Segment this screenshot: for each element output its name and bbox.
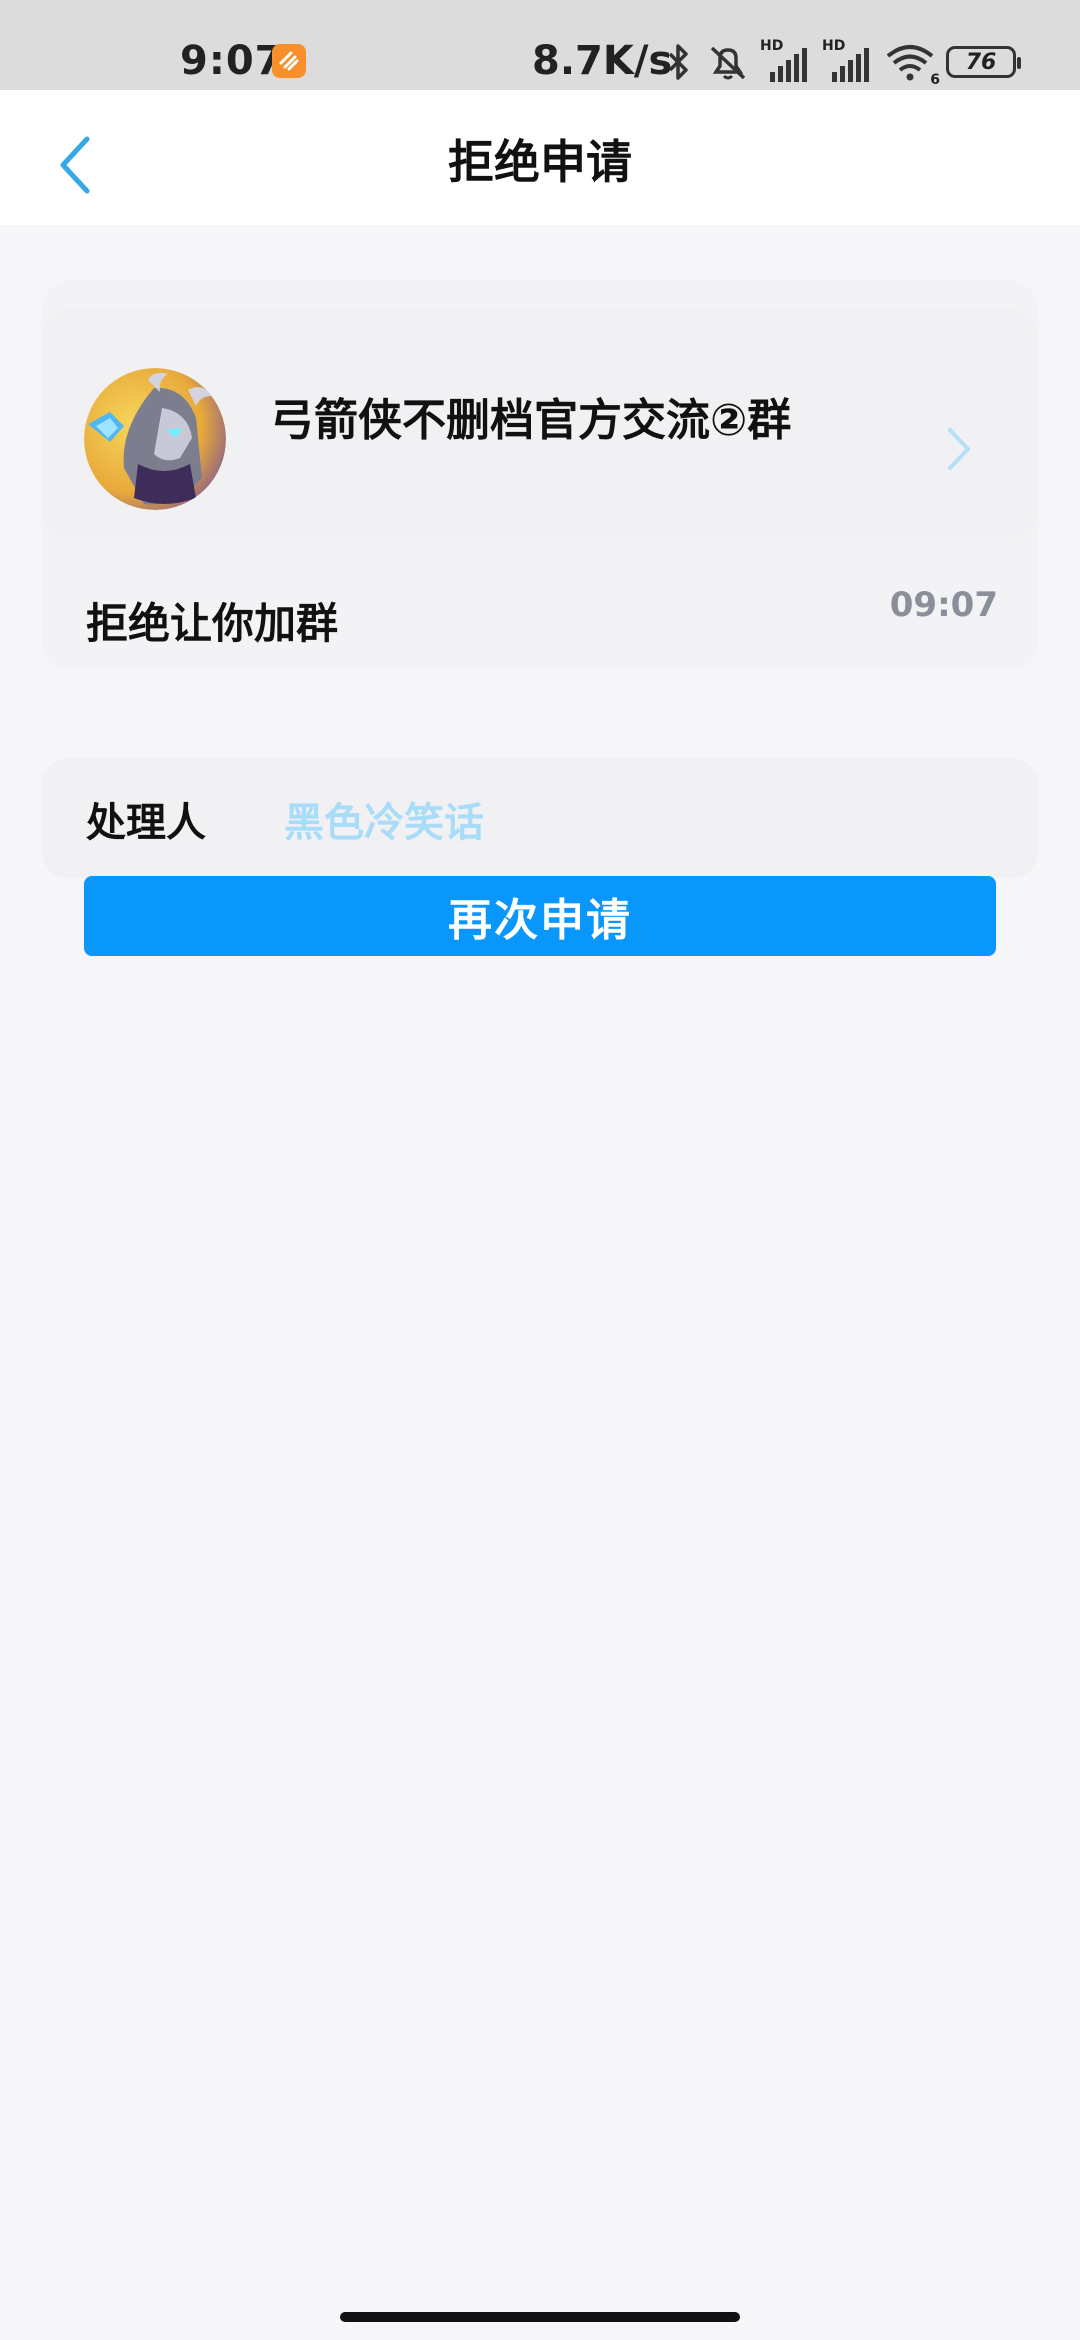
reject-time: 09:07 bbox=[889, 585, 998, 625]
reapply-button[interactable]: 再次申请 bbox=[84, 876, 996, 956]
status-time: 9:07 bbox=[180, 38, 284, 84]
handler-label: 处理人 bbox=[86, 800, 206, 846]
chevron-right-icon bbox=[948, 428, 970, 470]
mute-bell-icon bbox=[710, 46, 746, 80]
group-avatar bbox=[84, 368, 226, 510]
status-bar: 9:07 8.7K/s HD HD 6 76 bbox=[0, 0, 1080, 90]
signal-1-icon: HD bbox=[760, 38, 812, 82]
network-speed: 8.7K/s bbox=[532, 38, 673, 84]
group-name: 弓箭侠不删档官方交流②群 bbox=[270, 395, 792, 446]
reject-message: 拒绝让你加群 bbox=[86, 599, 339, 648]
handler-name-link[interactable]: 黑色冷笑话 bbox=[284, 790, 484, 848]
request-card: 弓箭侠不删档官方交流②群 拒绝让你加群 09:07 bbox=[42, 280, 1038, 670]
battery-icon: 76 bbox=[946, 46, 1021, 78]
nav-bar: 拒绝申请 bbox=[0, 90, 1080, 225]
app-notification-icon bbox=[272, 44, 306, 78]
signal-2-icon: HD bbox=[822, 38, 874, 82]
handler-card: 处理人 黑色冷笑话 bbox=[42, 758, 1038, 878]
page-title: 拒绝申请 bbox=[448, 135, 632, 189]
bluetooth-icon bbox=[668, 44, 688, 80]
wifi-icon: 6 bbox=[884, 42, 940, 88]
group-row[interactable]: 弓箭侠不删档官方交流②群 bbox=[42, 308, 1038, 538]
status-icons: HD HD 6 76 bbox=[662, 38, 1021, 88]
home-indicator[interactable] bbox=[340, 2312, 740, 2322]
